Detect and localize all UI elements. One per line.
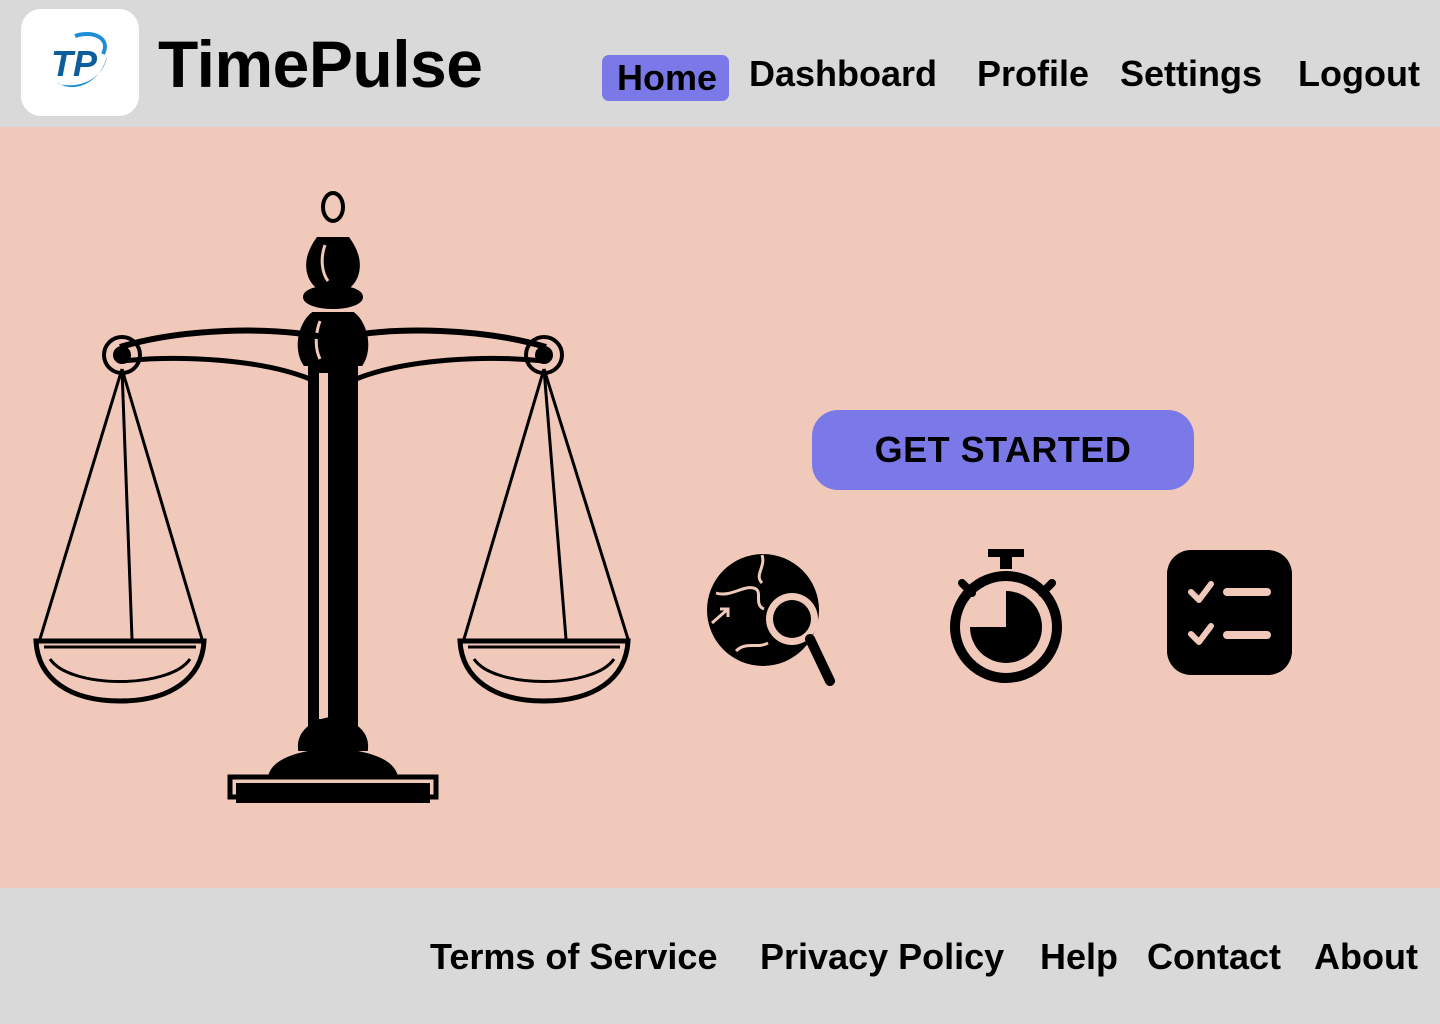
app-logo[interactable]: TP bbox=[21, 9, 139, 116]
footer-terms-link[interactable]: Terms of Service bbox=[430, 935, 717, 979]
nav-dashboard[interactable]: Dashboard bbox=[749, 52, 937, 96]
hero-section: GET STARTED bbox=[0, 127, 1440, 888]
nav-home[interactable]: Home bbox=[602, 55, 730, 101]
stopwatch-icon[interactable] bbox=[948, 547, 1066, 683]
app-title: TimePulse bbox=[158, 27, 483, 101]
footer-about-link[interactable]: About bbox=[1314, 935, 1418, 979]
footer-help-link[interactable]: Help bbox=[1040, 935, 1118, 979]
svg-text:TP: TP bbox=[51, 43, 98, 84]
global-search-icon[interactable] bbox=[706, 553, 836, 687]
get-started-button[interactable]: GET STARTED bbox=[812, 410, 1194, 490]
checklist-icon[interactable] bbox=[1167, 550, 1292, 675]
nav-logout[interactable]: Logout bbox=[1298, 52, 1420, 96]
footer-contact-link[interactable]: Contact bbox=[1147, 935, 1281, 979]
app-header: TP TimePulse Home Dashboard Profile Sett… bbox=[0, 0, 1440, 127]
tp-logo-icon: TP bbox=[51, 31, 107, 87]
balance-scale-icon bbox=[33, 191, 631, 803]
nav-settings[interactable]: Settings bbox=[1120, 52, 1262, 96]
footer-privacy-link[interactable]: Privacy Policy bbox=[760, 935, 1004, 979]
app-footer: Terms of Service Privacy Policy Help Con… bbox=[0, 888, 1440, 1024]
nav-profile[interactable]: Profile bbox=[977, 52, 1089, 96]
